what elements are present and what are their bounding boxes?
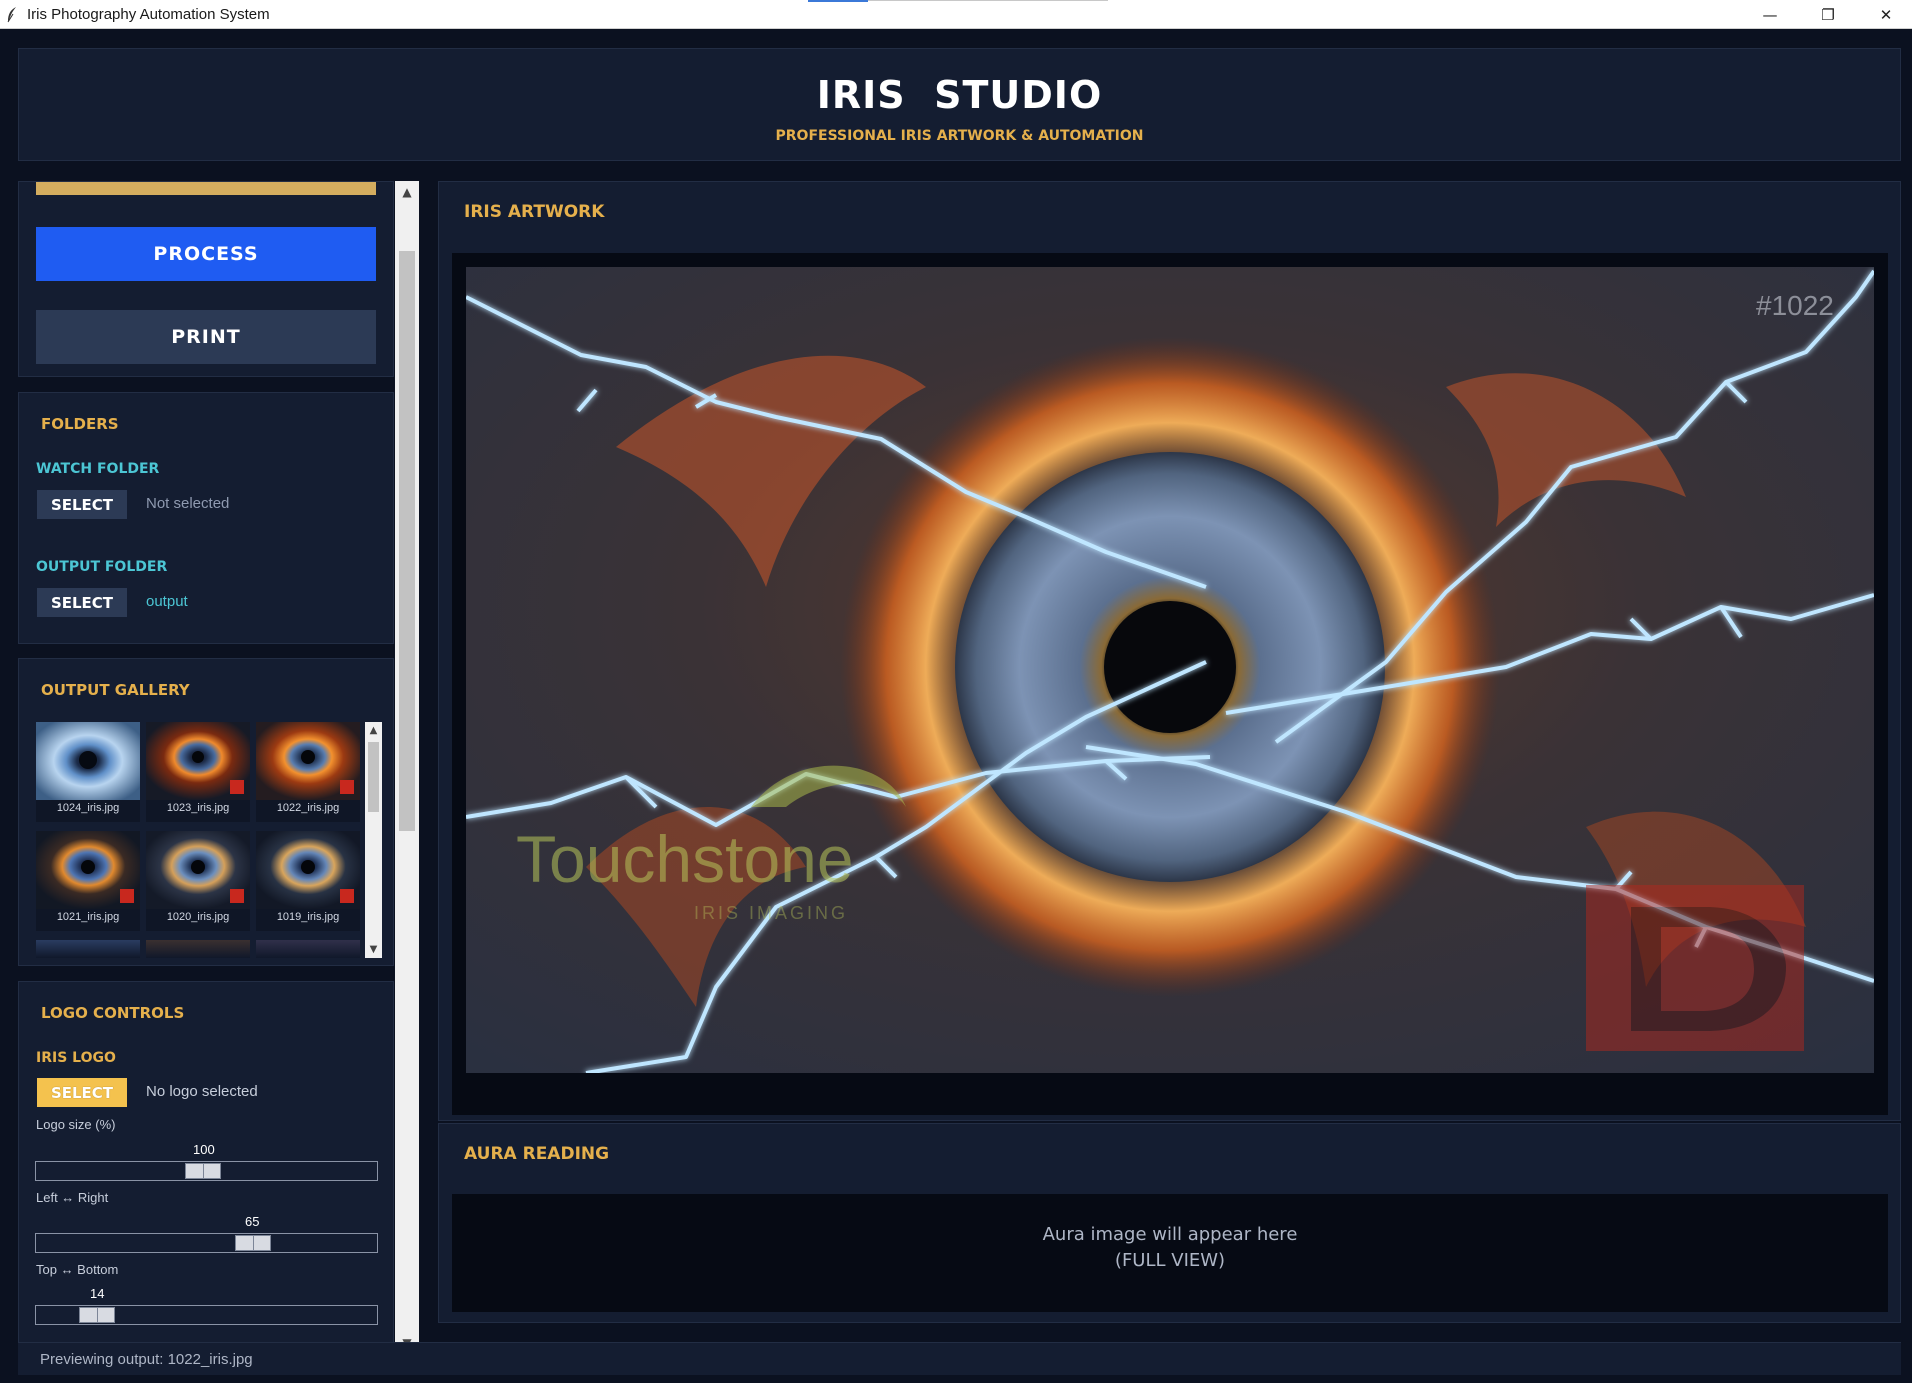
aura-placeholder-line2: (FULL VIEW) <box>1114 1250 1226 1271</box>
aura-placeholder-text: Aura image will appear here (FULL VIEW) <box>452 1222 1888 1274</box>
print-button[interactable]: PRINT <box>36 310 376 364</box>
logo-size-slider[interactable] <box>35 1161 378 1181</box>
app-title: IRIS STUDIO <box>816 73 1103 117</box>
output-folder-label: OUTPUT FOLDER <box>36 559 168 575</box>
left-right-value: 65 <box>245 1214 260 1229</box>
status-text: Previewing output: 1022_iris.jpg <box>40 1351 253 1368</box>
close-button[interactable]: ✕ <box>1858 0 1912 29</box>
output-folder-value: output <box>146 593 188 610</box>
logo-size-slider-handle[interactable] <box>185 1163 221 1179</box>
thumbnail-filename: 1021_iris.jpg <box>56 911 120 923</box>
app-header: IRIS STUDIO PROFESSIONAL IRIS ARTWORK & … <box>18 48 1901 161</box>
app-subtitle: PROFESSIONAL IRIS ARTWORK & AUTOMATION <box>775 128 1144 144</box>
left-right-slider[interactable] <box>35 1233 378 1253</box>
output-gallery-panel: OUTPUT GALLERY 1024_iris.jpg 1023_iris.j… <box>18 658 394 966</box>
d-logo-icon <box>1586 885 1804 1051</box>
thumbnail-image <box>256 831 360 909</box>
thumbnail-image <box>256 722 360 800</box>
iris-artwork-image[interactable]: #1022 Touchstone IRIS IMAGING <box>466 267 1874 1073</box>
output-folder-select-button[interactable]: SELECT <box>37 588 127 617</box>
touchstone-tagline: IRIS IMAGING <box>694 903 848 923</box>
iris-artwork-panel: IRIS ARTWORK #1022 Touchstone IRIS IMAGI… <box>438 181 1901 1121</box>
gallery-thumbnail[interactable]: 1021_iris.jpg <box>36 831 140 931</box>
left-right-slider-handle[interactable] <box>235 1235 271 1251</box>
thumbnail-image <box>146 831 250 909</box>
minimize-icon: — <box>1762 5 1778 24</box>
window-titlebar: Iris Photography Automation System — ❐ ✕ <box>0 0 1912 29</box>
gold-status-strip <box>36 182 376 195</box>
thumbnail-image <box>146 722 250 800</box>
artwork-frame: #1022 Touchstone IRIS IMAGING <box>452 253 1888 1115</box>
sidebar-scrollbar[interactable]: ▲ ▼ <box>395 181 419 1354</box>
iris-logo-label: IRIS LOGO <box>36 1050 116 1066</box>
folders-panel: FOLDERS WATCH FOLDER SELECT Not selected… <box>18 392 394 644</box>
folders-title: FOLDERS <box>41 415 119 433</box>
gallery-thumbnail-partial[interactable] <box>36 940 140 958</box>
feather-icon <box>7 7 16 23</box>
watch-folder-value: Not selected <box>146 495 230 512</box>
scroll-up-arrow-icon[interactable]: ▲ <box>365 722 382 739</box>
window-title: Iris Photography Automation System <box>27 6 270 23</box>
iris-artwork-title: IRIS ARTWORK <box>464 202 605 222</box>
gallery-thumbnail[interactable]: 1022_iris.jpg <box>256 722 360 822</box>
actions-panel: PROCESS PRINT <box>18 181 394 377</box>
artwork-number-badge: #1022 <box>1756 290 1834 321</box>
thumbnail-filename: 1024_iris.jpg <box>56 802 120 814</box>
thumbnail-image <box>36 831 140 909</box>
gallery-thumbnail[interactable]: 1019_iris.jpg <box>256 831 360 931</box>
titlebar-accent-line <box>868 0 1108 1</box>
logo-size-label: Logo size (%) <box>36 1117 116 1132</box>
gallery-scrollbar-thumb[interactable] <box>368 742 379 812</box>
top-bottom-slider-handle[interactable] <box>79 1307 115 1323</box>
status-bar: Previewing output: 1022_iris.jpg <box>18 1342 1901 1375</box>
top-bottom-slider[interactable] <box>35 1305 378 1325</box>
aura-reading-panel: AURA READING Aura image will appear here… <box>438 1123 1901 1323</box>
titlebar-accent <box>808 0 868 2</box>
thumbnail-filename: 1020_iris.jpg <box>166 911 230 923</box>
logo-controls-panel: LOGO CONTROLS IRIS LOGO SELECT No logo s… <box>18 981 394 1354</box>
scroll-up-arrow-icon[interactable]: ▲ <box>395 181 419 203</box>
logo-controls-title: LOGO CONTROLS <box>41 1004 185 1022</box>
maximize-button[interactable]: ❐ <box>1800 0 1856 29</box>
thumbnail-filename: 1022_iris.jpg <box>276 802 340 814</box>
gallery-scrollbar[interactable]: ▲ ▼ <box>365 722 382 958</box>
process-button[interactable]: PROCESS <box>36 227 376 281</box>
minimize-button[interactable]: — <box>1742 0 1798 29</box>
watch-folder-label: WATCH FOLDER <box>36 461 160 477</box>
close-icon: ✕ <box>1879 5 1893 24</box>
gallery-thumbnail[interactable]: 1023_iris.jpg <box>146 722 250 822</box>
scroll-down-arrow-icon[interactable]: ▼ <box>365 941 382 958</box>
left-right-label: Left ↔ Right <box>36 1190 109 1205</box>
top-bottom-label: Top ↔ Bottom <box>36 1262 119 1277</box>
gallery-grid: 1024_iris.jpg 1023_iris.jpg 1022_iris.jp… <box>36 722 366 958</box>
gallery-thumbnail-partial[interactable] <box>256 940 360 958</box>
app-body: IRIS STUDIO PROFESSIONAL IRIS ARTWORK & … <box>0 29 1912 1383</box>
logo-file-value: No logo selected <box>146 1083 258 1100</box>
aura-reading-title: AURA READING <box>464 1144 610 1164</box>
gallery-thumbnail-partial[interactable] <box>146 940 250 958</box>
restore-icon: ❐ <box>1821 5 1835 24</box>
top-bottom-value: 14 <box>90 1286 105 1301</box>
thumbnail-image <box>36 722 140 800</box>
sidebar-scrollbar-thumb[interactable] <box>399 251 415 831</box>
gallery-title: OUTPUT GALLERY <box>41 681 190 699</box>
logo-select-button[interactable]: SELECT <box>37 1078 127 1107</box>
touchstone-watermark: Touchstone <box>516 822 854 896</box>
gallery-thumbnail[interactable]: 1020_iris.jpg <box>146 831 250 931</box>
thumbnail-filename: 1023_iris.jpg <box>166 802 230 814</box>
aura-image-placeholder: Aura image will appear here (FULL VIEW) <box>452 1194 1888 1312</box>
logo-size-value: 100 <box>193 1142 215 1157</box>
thumbnail-filename: 1019_iris.jpg <box>276 911 340 923</box>
aura-placeholder-line1: Aura image will appear here <box>1042 1224 1298 1245</box>
left-sidebar: PROCESS PRINT FOLDERS WATCH FOLDER SELEC… <box>18 181 394 1354</box>
gallery-thumbnail[interactable]: 1024_iris.jpg <box>36 722 140 822</box>
watch-folder-select-button[interactable]: SELECT <box>37 490 127 519</box>
